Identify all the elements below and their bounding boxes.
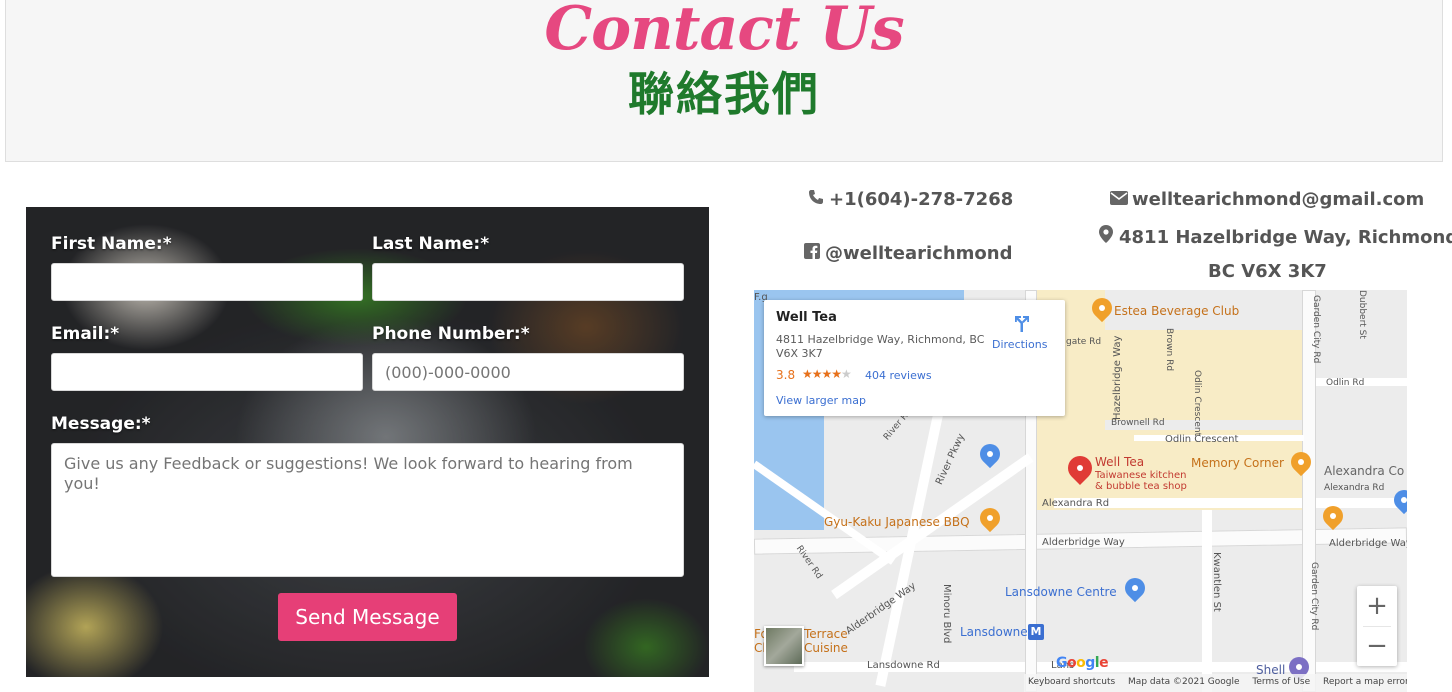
phone-icon [807,189,825,210]
terms-of-use-link[interactable]: Terms of Use [1252,677,1310,687]
page-title-chinese: 聯絡我們 [628,67,820,121]
road-label-garden-city-rd-2: Garden City Rd [1309,562,1319,631]
road-label-odlin-rd: Odlin Rd [1326,378,1365,388]
road-label-lansdowne-rd: Lansdowne Rd [867,660,940,671]
road-label-gate-rd: gate Rd [1066,337,1102,347]
place-name: Well Tea [776,310,837,325]
lansdowne-centre-pin-icon[interactable] [1120,573,1150,603]
view-larger-map-link[interactable]: View larger map [776,394,866,407]
page-header: Contact Us 聯絡我們 [5,0,1443,162]
road-label-odlin-crescent-v: Odlin Crescent [1192,370,1202,437]
map-marker-icon [1097,225,1115,248]
road-label-minoru-blvd: Minoru Blvd [941,584,952,644]
reviews-link[interactable]: 404 reviews [865,369,932,382]
zoom-in-button[interactable]: + [1357,586,1397,626]
page-title: Contact Us [544,0,904,64]
address-line-1: 4811 Hazelbridge Way, Richmond, [1119,227,1452,248]
address-line-2: BC V6X 3K7 [1208,261,1327,282]
satellite-view-toggle[interactable] [764,626,804,666]
road-label-garden-city-rd: Garden City Rd [1311,295,1321,364]
envelope-icon [1110,189,1128,210]
map-attribution-bar: Keyboard shortcuts Map data ©2021 Google… [1024,674,1407,692]
road-label-alexandra-rd-2: Alexandra Rd [1324,483,1385,493]
map-label-cuisine[interactable]: Cuisine [804,641,848,655]
map-data-text: Map data ©2021 Google [1128,677,1240,687]
email-input[interactable] [51,353,363,391]
last-name-input[interactable] [372,263,684,301]
gyu-kaku-pin-icon[interactable] [975,503,1005,533]
keyboard-shortcuts-link[interactable]: Keyboard shortcuts [1028,677,1115,687]
road-label-kwantlen-st: Kwantlen St [1211,552,1222,612]
phone-input[interactable] [372,353,684,391]
contact-page: Contact Us 聯絡我們 First Name:* Last Name:*… [0,0,1452,692]
map-label-well-tea-sub2: & bubble tea shop [1095,481,1187,492]
commercial-area [1105,330,1305,420]
phone-number: +1(604)-278-7268 [829,189,1014,210]
facebook-icon [803,243,821,264]
google-logo: Google [1056,655,1109,671]
facebook-handle: @welltearichmond [825,243,1013,264]
report-map-error-link[interactable]: Report a map error [1323,677,1407,687]
place-rating: 3.8 [776,368,796,382]
map-place-card: Well Tea 4811 Hazelbridge Way, Richmond,… [764,300,1065,416]
first-name-input[interactable] [51,263,363,301]
message-label: Message:* [51,414,151,434]
map-label-terrace[interactable]: Terrace [804,627,848,641]
first-name-label: First Name:* [51,234,172,254]
map-label-estea[interactable]: Estea Beverage Club [1114,304,1239,318]
email-label: Email:* [51,324,120,344]
skytrain-station-icon[interactable]: M [1028,624,1044,640]
road-label-hazelbridge-way: Hazelbridge Way [1112,335,1123,420]
address-contact: 4811 Hazelbridge Way, Richmond, [1097,225,1452,248]
directions-icon[interactable] [1011,312,1033,334]
send-message-button[interactable]: Send Message [278,593,457,641]
last-name-label: Last Name:* [372,234,490,254]
road-label-brown-rd: Brown Rd [1164,328,1174,372]
facebook-contact[interactable]: @welltearichmond [803,243,1013,264]
map-label-lansdowne[interactable]: Lansdowne [960,625,1028,639]
message-textarea[interactable] [51,443,684,577]
road-label-alderbridge-way-3: Alderbridge Way [844,580,919,638]
road-label-river-pkwy: River Pkwy [934,432,968,487]
shopping-cart-pin-icon[interactable] [975,439,1005,469]
map-label-alexandra-co[interactable]: Alexandra Co [1324,464,1404,478]
road-label-alderbridge-way: Alderbridge Way [1042,537,1125,548]
email-contact[interactable]: welltearichmond@gmail.com [1110,189,1424,210]
phone-contact[interactable]: +1(604)-278-7268 [807,189,1013,210]
phone-label: Phone Number:* [372,324,530,344]
road-label-alexandra-rd: Alexandra Rd [1042,498,1110,509]
zoom-divider [1363,626,1391,627]
map-label-lansdowne-centre[interactable]: Lansdowne Centre [1005,585,1117,599]
email-address: welltearichmond@gmail.com [1132,189,1425,210]
rating-stars-icon: ★★★★★ [802,367,852,381]
road-label-alderbridge-way-2: Alderbridge Way [1329,538,1407,549]
map-label-gyu-kaku[interactable]: Gyu-Kaku Japanese BBQ [824,515,970,529]
map-label-memory-corner[interactable]: Memory Corner [1191,456,1284,470]
map-zoom-control: + − [1357,586,1397,666]
directions-link[interactable]: Directions [992,338,1047,351]
contact-form: First Name:* Last Name:* Email:* Phone N… [26,207,709,677]
map-label-well-tea-sub1: Taiwanese kitchen [1095,470,1187,481]
place-address: 4811 Hazelbridge Way, Richmond, BC V6X 3… [776,333,985,360]
road-label-dubbert-st: Dubbert St [1357,290,1367,339]
zoom-out-button[interactable]: − [1357,626,1397,666]
embedded-map[interactable]: Estea Beverage Club Well Tea Taiwanese k… [754,290,1407,692]
map-label-well-tea[interactable]: Well Tea [1095,455,1144,469]
